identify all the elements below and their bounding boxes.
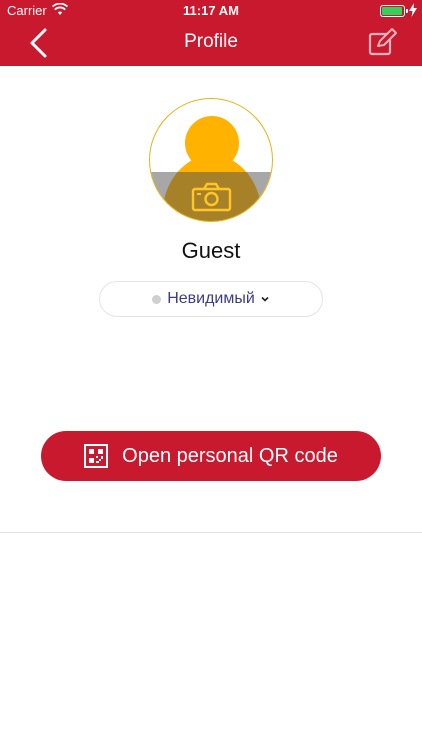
- charging-bolt-icon: [409, 3, 417, 17]
- status-indicator-dot: [152, 294, 162, 304]
- divider: [0, 532, 422, 533]
- battery-icon: [380, 5, 408, 17]
- chevron-down-icon: [261, 296, 269, 302]
- page-title: Profile: [184, 31, 238, 52]
- qr-button-label: Open personal QR code: [122, 444, 338, 467]
- navigation-bar: Carrier 11:17 AM Profile: [0, 0, 422, 66]
- camera-icon: [191, 182, 232, 212]
- profile-name: Guest: [181, 238, 241, 263]
- edit-icon[interactable]: [367, 28, 397, 58]
- presence-status-label: Невидимый: [167, 290, 255, 307]
- avatar[interactable]: [149, 98, 273, 222]
- presence-status-dropdown[interactable]: Невидимый: [99, 281, 323, 317]
- qr-code-icon: [84, 444, 109, 468]
- status-bar: Carrier 11:17 AM: [0, 0, 422, 22]
- open-qr-code-button[interactable]: Open personal QR code: [41, 431, 381, 481]
- clock-label: 11:17 AM: [183, 3, 239, 18]
